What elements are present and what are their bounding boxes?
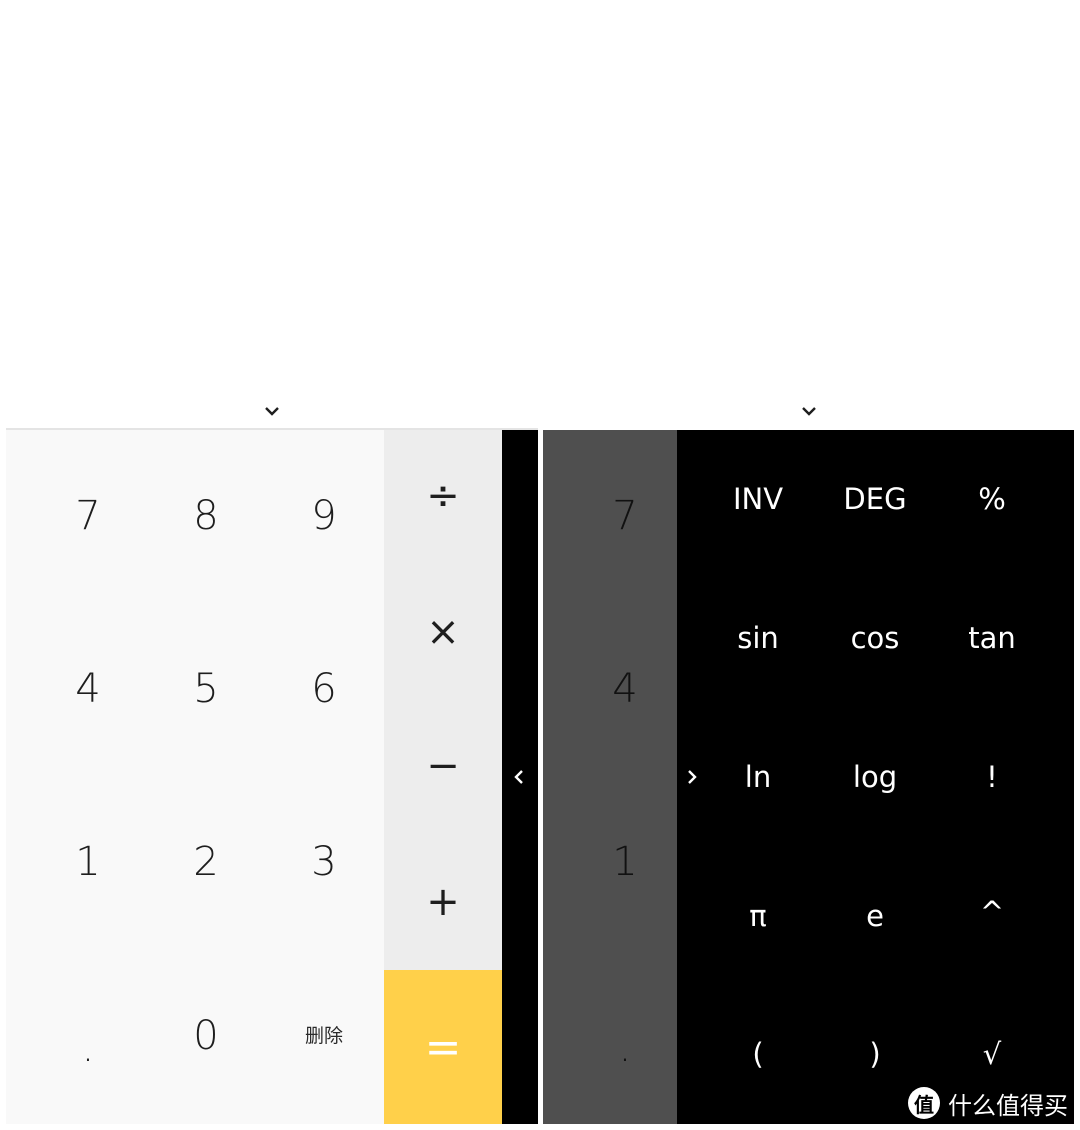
open-paren-button[interactable]: ( <box>698 1024 818 1084</box>
key-decimal[interactable]: . <box>28 1008 148 1088</box>
key-8[interactable]: 8 <box>146 476 266 556</box>
key-3[interactable]: 3 <box>264 822 384 902</box>
chevron-right-icon[interactable] <box>685 768 699 786</box>
cos-button[interactable]: cos <box>815 608 935 668</box>
chevron-down-icon[interactable] <box>799 404 819 418</box>
inv-button[interactable]: INV <box>698 469 818 529</box>
equals-label: = <box>424 1021 462 1073</box>
watermark-text: 什么值得买 <box>948 1091 1068 1120</box>
chevron-left-icon[interactable] <box>512 768 526 786</box>
left-number-pad: 7 8 9 4 5 6 1 2 3 . 0 删除 <box>6 430 384 1124</box>
key-2[interactable]: 2 <box>146 822 266 902</box>
add-button[interactable]: + <box>384 862 502 942</box>
subtract-button[interactable]: − <box>384 726 502 806</box>
right-display-area <box>543 6 1074 430</box>
key-1[interactable]: 1 <box>565 822 685 902</box>
right-number-pad-partial: 7 4 1 . <box>543 430 677 1124</box>
sqrt-button[interactable]: √ <box>932 1024 1052 1084</box>
ln-button[interactable]: ln <box>698 747 818 807</box>
key-decimal[interactable]: . <box>565 1008 685 1088</box>
key-9[interactable]: 9 <box>264 476 384 556</box>
power-button[interactable]: ^ <box>932 882 1052 942</box>
key-4[interactable]: 4 <box>565 649 685 729</box>
tan-button[interactable]: tan <box>932 608 1052 668</box>
left-display-area <box>6 6 538 430</box>
divide-button[interactable]: ÷ <box>384 456 502 536</box>
equals-button[interactable]: = <box>384 970 502 1124</box>
advanced-panel-handle[interactable] <box>502 430 538 1124</box>
key-7[interactable]: 7 <box>565 476 685 556</box>
factorial-button[interactable]: ! <box>932 747 1052 807</box>
deg-button[interactable]: DEG <box>815 469 935 529</box>
close-paren-button[interactable]: ) <box>815 1024 935 1084</box>
key-5[interactable]: 5 <box>146 649 266 729</box>
multiply-button[interactable]: × <box>384 592 502 672</box>
chevron-down-icon[interactable] <box>262 404 282 418</box>
e-button[interactable]: e <box>815 886 935 946</box>
delete-button[interactable]: 删除 <box>264 996 384 1076</box>
key-6[interactable]: 6 <box>264 649 384 729</box>
key-7[interactable]: 7 <box>28 476 148 556</box>
log-button[interactable]: log <box>815 747 935 807</box>
operator-column: ÷ × − + <box>384 430 502 970</box>
watermark: 值 什么值得买 <box>908 1084 1068 1122</box>
key-0[interactable]: 0 <box>146 996 266 1076</box>
advanced-functions-panel: INV DEG % sin cos tan ln log ! π e ^ ( )… <box>677 430 1074 1124</box>
percent-button[interactable]: % <box>932 469 1052 529</box>
key-1[interactable]: 1 <box>28 822 148 902</box>
key-4[interactable]: 4 <box>28 649 148 729</box>
sin-button[interactable]: sin <box>698 608 818 668</box>
pi-button[interactable]: π <box>698 886 818 946</box>
watermark-logo-icon: 值 <box>908 1087 940 1119</box>
